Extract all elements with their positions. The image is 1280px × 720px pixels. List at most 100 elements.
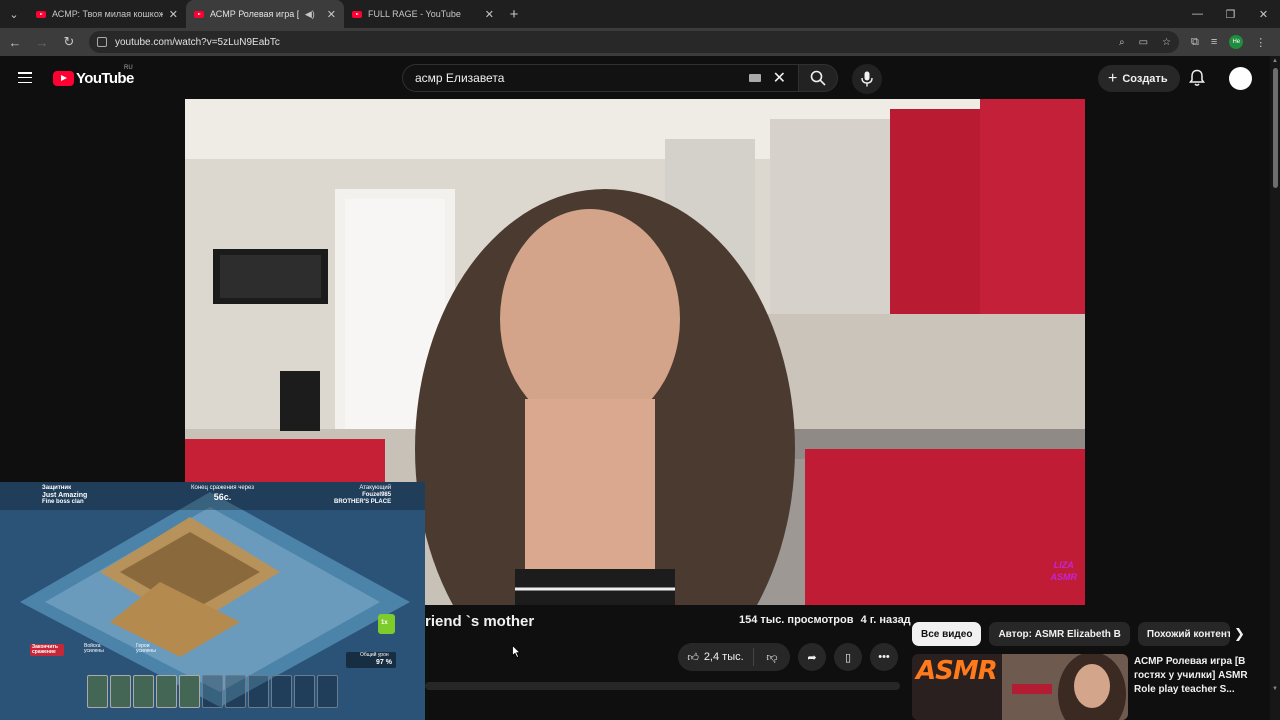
search-button[interactable] — [798, 64, 838, 92]
youtube-favicon-icon — [352, 10, 362, 18]
scrollbar-thumb[interactable] — [1273, 68, 1278, 188]
speaker-icon[interactable]: ◀) — [305, 9, 315, 20]
tab-close-icon[interactable]: ✕ — [327, 8, 336, 21]
mouse-cursor-icon — [512, 645, 521, 658]
bookmark-star-icon[interactable]: ☆ — [1162, 37, 1171, 48]
empty-card-slot — [294, 675, 315, 708]
browser-tab-1[interactable]: АСМР: Твоя милая кошкожена ✕ — [28, 0, 186, 28]
new-tab-icon[interactable]: + — [502, 0, 526, 28]
damage-percent: 97 % — [376, 659, 392, 666]
browser-tab-3[interactable]: FULL RAGE - YouTube ✕ — [344, 0, 502, 28]
troop-cards — [87, 675, 338, 708]
battle-timer-label: Конец сражения через — [191, 485, 254, 491]
scroll-down-icon[interactable]: ▼ — [1272, 686, 1278, 692]
video-actions: 👍︎ 2,4 тыс. 👎︎ ➦ ▯ ••• — [678, 643, 898, 671]
youtube-logo[interactable]: YouTube RU — [53, 65, 134, 87]
army-boost-label: Войска усилены — [84, 643, 104, 654]
reload-icon[interactable]: ↻ — [57, 28, 81, 56]
profile-avatar[interactable]: Не — [1229, 35, 1244, 49]
rec-title-text: АСМР Ролевая игра [В гостях у училки] AS… — [1134, 656, 1248, 695]
notifications-bell-icon[interactable] — [1189, 69, 1205, 92]
logo-wordmark: YouTube — [76, 70, 134, 87]
clear-search-icon[interactable]: ✕ — [773, 68, 786, 88]
address-bar[interactable]: youtube.com/watch?v=5zLuN9EabTc ⌕ ▭ ☆ — [89, 31, 1179, 53]
like-button[interactable]: 👍︎ 2,4 тыс. — [678, 648, 754, 666]
thumbnail-label: ASMR — [916, 656, 998, 686]
region-code: RU — [124, 65, 133, 71]
empty-card-slot — [317, 675, 338, 708]
site-info-icon[interactable] — [97, 37, 107, 47]
thumbs-down-icon: 👎︎ — [766, 651, 778, 664]
chevron-right-icon[interactable]: ❯ — [1234, 626, 1245, 642]
chrome-menu-icon[interactable]: ⋮ — [1255, 36, 1266, 49]
recommendation-thumbnail[interactable]: ASMR — [912, 654, 1128, 720]
page-scrollbar[interactable]: ▲ ▼ — [1270, 56, 1280, 720]
tab-close-icon[interactable]: ✕ — [169, 8, 178, 21]
browser-toolbar: ← → ↻ youtube.com/watch?v=5zLuN9EabTc ⌕ … — [0, 28, 1280, 56]
chip-similar[interactable]: Похожий контент — [1137, 622, 1230, 646]
dislike-button[interactable]: 👎︎ — [754, 651, 790, 664]
thumbs-up-icon: 👍︎ — [687, 651, 699, 664]
youtube-masthead: YouTube RU асмр Елизавета ✕ + Создать — [0, 56, 1270, 99]
video-title: riend `s mother — [425, 613, 535, 630]
defender-name: Just Amazing — [42, 492, 88, 499]
window-controls: — ❐ ✕ — [1181, 0, 1280, 28]
account-avatar[interactable] — [1229, 67, 1252, 90]
channel-watermark: LIZA ASMR — [1051, 559, 1078, 583]
more-actions-button[interactable]: ••• — [870, 643, 898, 671]
empty-card-slot — [202, 675, 223, 708]
tab-title: АСМР: Твоя милая кошкожена — [52, 9, 163, 19]
chip-author[interactable]: Автор: ASMR Elizabeth B — [989, 622, 1130, 646]
game-overlay: Защитник Just Amazing Fine boss clan Кон… — [0, 482, 425, 720]
forward-icon[interactable]: → — [30, 28, 54, 56]
troop-card[interactable] — [110, 675, 131, 708]
tab-close-icon[interactable]: ✕ — [485, 8, 494, 21]
view-count: 154 тыс. просмотров 4 г. назад — [739, 614, 911, 626]
attacker-name: Fouzel985 — [362, 492, 392, 498]
extensions-icon[interactable]: ⧉ — [1191, 36, 1199, 49]
empty-card-slot — [248, 675, 269, 708]
keyboard-icon[interactable] — [748, 74, 761, 82]
plus-icon: + — [1108, 69, 1118, 87]
tab-search-icon[interactable]: ⌄ — [0, 0, 28, 28]
defender-label: Защитник — [42, 485, 72, 491]
end-battle-button[interactable]: Закончить сражение — [32, 645, 64, 655]
empty-card-slot — [225, 675, 246, 708]
save-button[interactable]: ▯ — [834, 643, 862, 671]
like-count: 2,4 тыс. — [703, 651, 744, 663]
youtube-favicon-icon — [36, 10, 46, 18]
troop-card[interactable] — [156, 675, 177, 708]
create-button[interactable]: + Создать — [1098, 65, 1180, 92]
cast-icon[interactable]: ▭ — [1139, 37, 1148, 48]
troop-card[interactable] — [179, 675, 200, 708]
defender-clan: Fine boss clan — [42, 499, 84, 505]
browser-tab-2[interactable]: АСМР Ролевая игра [Мама ◀) ✕ — [186, 0, 344, 28]
zoom-icon[interactable]: ⌕ — [1119, 37, 1125, 48]
share-button[interactable]: ➦ — [798, 643, 826, 671]
like-dislike-pill: 👍︎ 2,4 тыс. 👎︎ — [678, 643, 790, 671]
attacker-label: Атакующий — [359, 485, 392, 491]
upload-age: 4 г. назад — [860, 614, 911, 626]
filter-chips: Все видео Автор: ASMR Elizabeth B Похожи… — [912, 622, 1230, 646]
restore-icon[interactable]: ❐ — [1214, 0, 1247, 28]
scroll-up-icon[interactable]: ▲ — [1272, 58, 1278, 64]
description-box[interactable] — [425, 682, 900, 690]
search-icon — [810, 70, 826, 86]
bookmark-icon: ▯ — [844, 651, 852, 664]
more-icon: ••• — [878, 651, 890, 663]
media-controls-icon[interactable]: ≡ — [1211, 36, 1217, 48]
recommendation-title[interactable]: АСМР Ролевая игра [В гостях у училки] AS… — [1134, 655, 1258, 697]
browser-tab-strip: ⌄ АСМР: Твоя милая кошкожена ✕ АСМР Роле… — [0, 0, 1280, 28]
empty-card-slot — [271, 675, 292, 708]
troop-card[interactable] — [87, 675, 108, 708]
minimize-icon[interactable]: — — [1181, 0, 1214, 28]
guide-menu-icon[interactable] — [18, 72, 32, 83]
voice-search-button[interactable] — [852, 64, 882, 94]
search-input[interactable]: асмр Елизавета ✕ — [402, 64, 798, 92]
back-icon[interactable]: ← — [3, 28, 27, 56]
close-window-icon[interactable]: ✕ — [1247, 0, 1280, 28]
chip-all-videos[interactable]: Все видео — [912, 622, 982, 646]
boost-badge[interactable]: 1x — [381, 620, 388, 627]
watermark-line-1: LIZA — [1053, 560, 1074, 570]
troop-card[interactable] — [133, 675, 154, 708]
